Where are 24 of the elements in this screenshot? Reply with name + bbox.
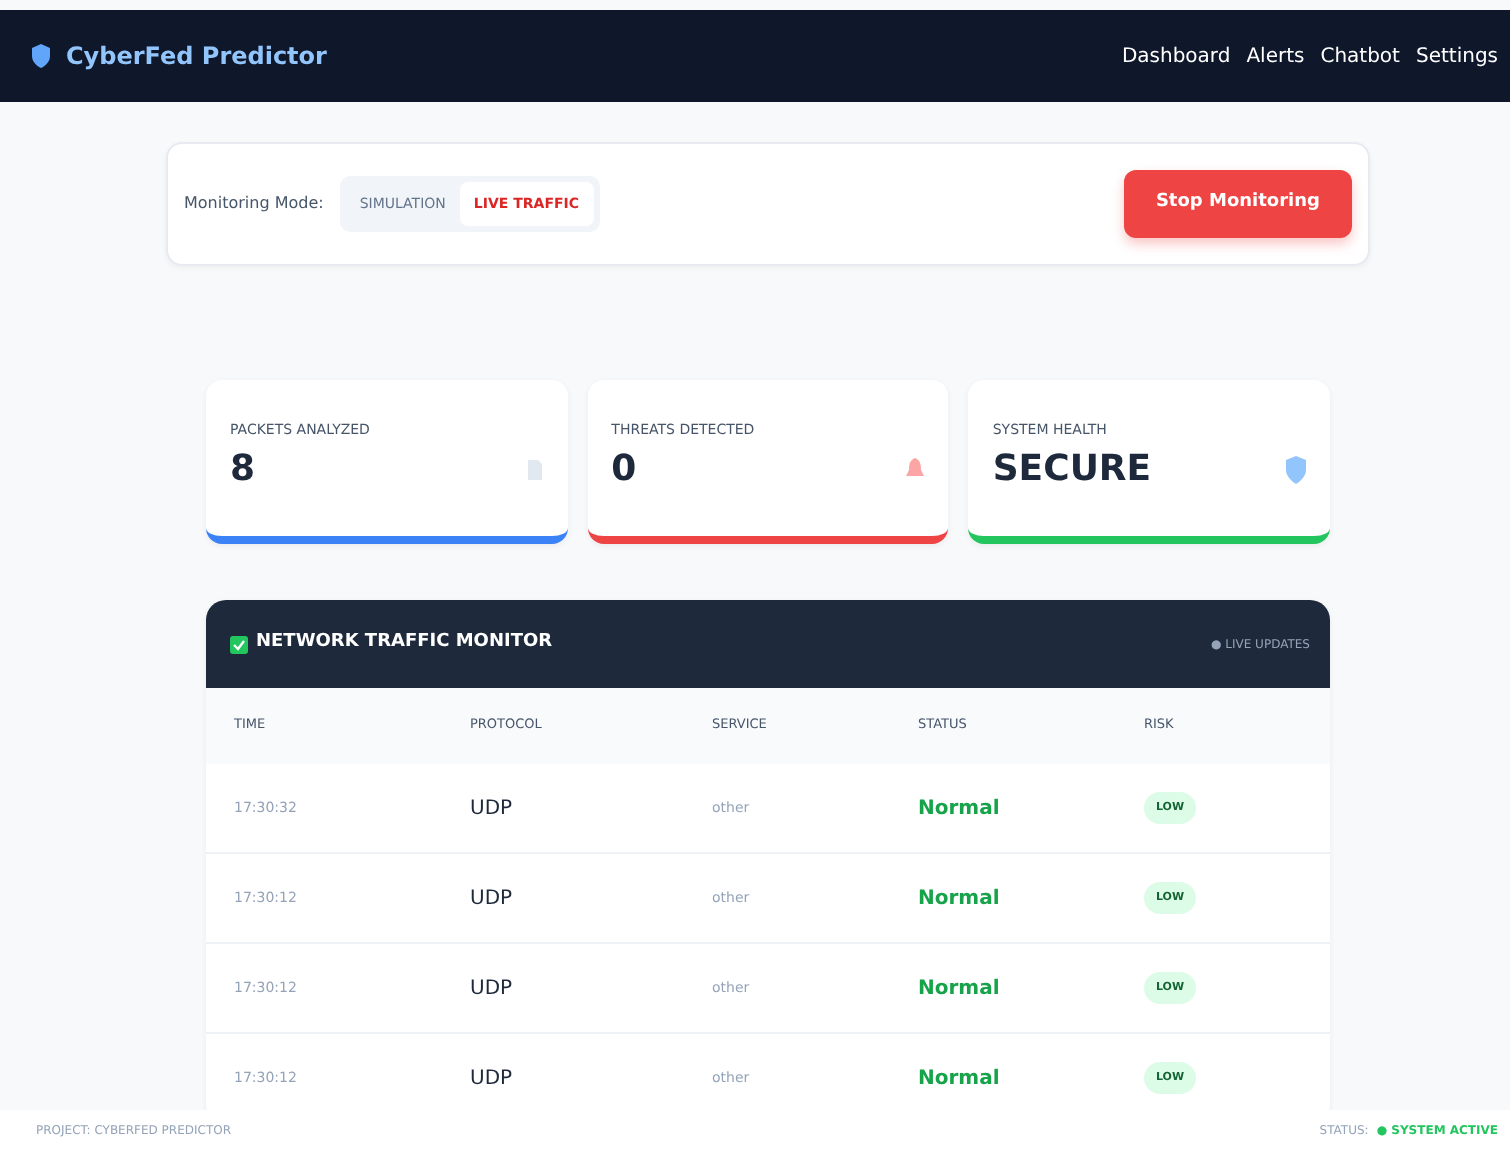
status-cell-text: Normal (918, 1065, 1002, 1093)
stat-value: 8 (230, 445, 258, 493)
mode-label: Monitoring Mode: (184, 192, 324, 216)
status-cell-text: Normal (918, 885, 1002, 913)
shield-icon (32, 44, 50, 68)
nav-link[interactable]: Alerts (1246, 41, 1305, 71)
status-cell-text: Normal (918, 795, 1002, 823)
shield-icon (1286, 455, 1307, 484)
protocol-cell-text: UDP (470, 975, 515, 1003)
stop-monitoring-button[interactable]: Stop Monitoring (1123, 170, 1352, 238)
protocol-cell-text: UDP (470, 1065, 515, 1093)
bell-icon (906, 458, 925, 481)
nav-link[interactable]: Chatbot (1320, 41, 1400, 71)
status-cell-text: Normal (918, 975, 1002, 1003)
stat-value: SECURE (992, 445, 1152, 493)
stat-value: 0 (611, 445, 639, 493)
protocol-cell-text: UDP (470, 885, 515, 913)
panel-title: NETWORK TRAFFIC MONITOR (256, 630, 553, 657)
nav-link[interactable]: Dashboard (1121, 41, 1231, 71)
checkbox-icon (230, 635, 248, 653)
protocol-cell-text: UDP (470, 795, 515, 823)
app-title: CyberFed Predictor (66, 40, 327, 74)
nav-link[interactable]: Settings (1415, 41, 1498, 71)
document-icon (525, 457, 544, 482)
